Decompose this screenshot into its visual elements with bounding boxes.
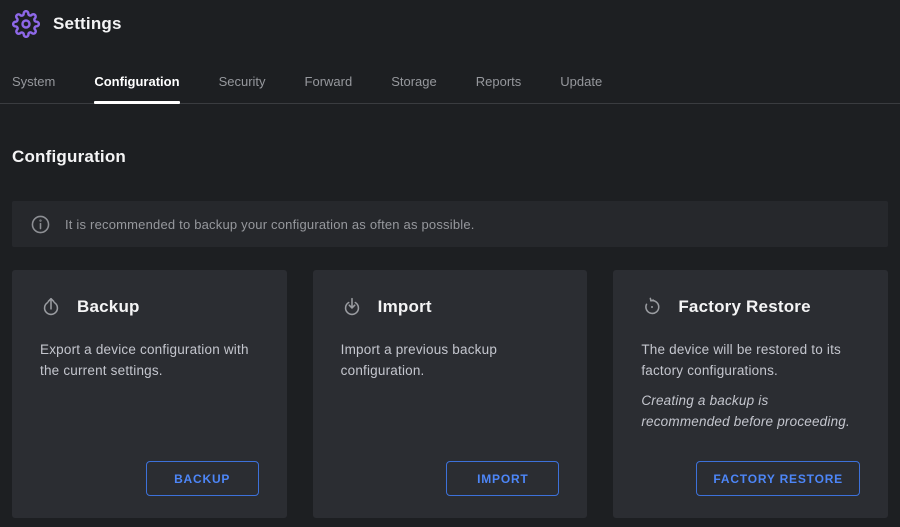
settings-page: Settings System Configuration Security F…	[0, 0, 900, 527]
card-title-backup: Backup	[77, 297, 140, 317]
backup-card: Backup Export a device configuration wit…	[12, 270, 287, 518]
backup-card-header: Backup	[40, 296, 259, 318]
page-title: Configuration	[12, 147, 888, 167]
tab-update[interactable]: Update	[560, 66, 602, 103]
info-banner-text: It is recommended to backup your configu…	[65, 217, 475, 232]
card-title-import: Import	[378, 297, 432, 317]
tab-forward[interactable]: Forward	[305, 66, 353, 103]
info-icon	[30, 214, 51, 235]
download-icon	[341, 296, 363, 318]
factory-restore-card: Factory Restore The device will be resto…	[613, 270, 888, 518]
card-description-factory-restore: The device will be restored to its facto…	[641, 339, 860, 381]
tab-system[interactable]: System	[12, 66, 55, 103]
tab-security[interactable]: Security	[219, 66, 266, 103]
gear-icon	[12, 10, 40, 38]
tab-storage[interactable]: Storage	[391, 66, 437, 103]
tab-reports[interactable]: Reports	[476, 66, 522, 103]
info-banner: It is recommended to backup your configu…	[12, 201, 888, 247]
upload-icon	[40, 296, 62, 318]
import-card-header: Import	[341, 296, 560, 318]
header: Settings	[0, 0, 900, 46]
card-note-factory-restore: Creating a backup is recommended before …	[641, 390, 860, 432]
factory-restore-card-header: Factory Restore	[641, 296, 860, 318]
card-description-import: Import a previous backup configuration.	[341, 339, 560, 381]
cards-row: Backup Export a device configuration wit…	[12, 270, 888, 518]
app-title: Settings	[53, 14, 122, 34]
restore-icon	[641, 296, 663, 318]
card-title-factory-restore: Factory Restore	[678, 297, 810, 317]
backup-button[interactable]: BACKUP	[146, 461, 259, 496]
factory-restore-button[interactable]: FACTORY RESTORE	[696, 461, 860, 496]
tab-bar: System Configuration Security Forward St…	[0, 66, 900, 104]
import-card: Import Import a previous backup configur…	[313, 270, 588, 518]
import-button[interactable]: IMPORT	[446, 461, 559, 496]
card-description-backup: Export a device configuration with the c…	[40, 339, 259, 381]
tab-configuration[interactable]: Configuration	[94, 66, 179, 103]
